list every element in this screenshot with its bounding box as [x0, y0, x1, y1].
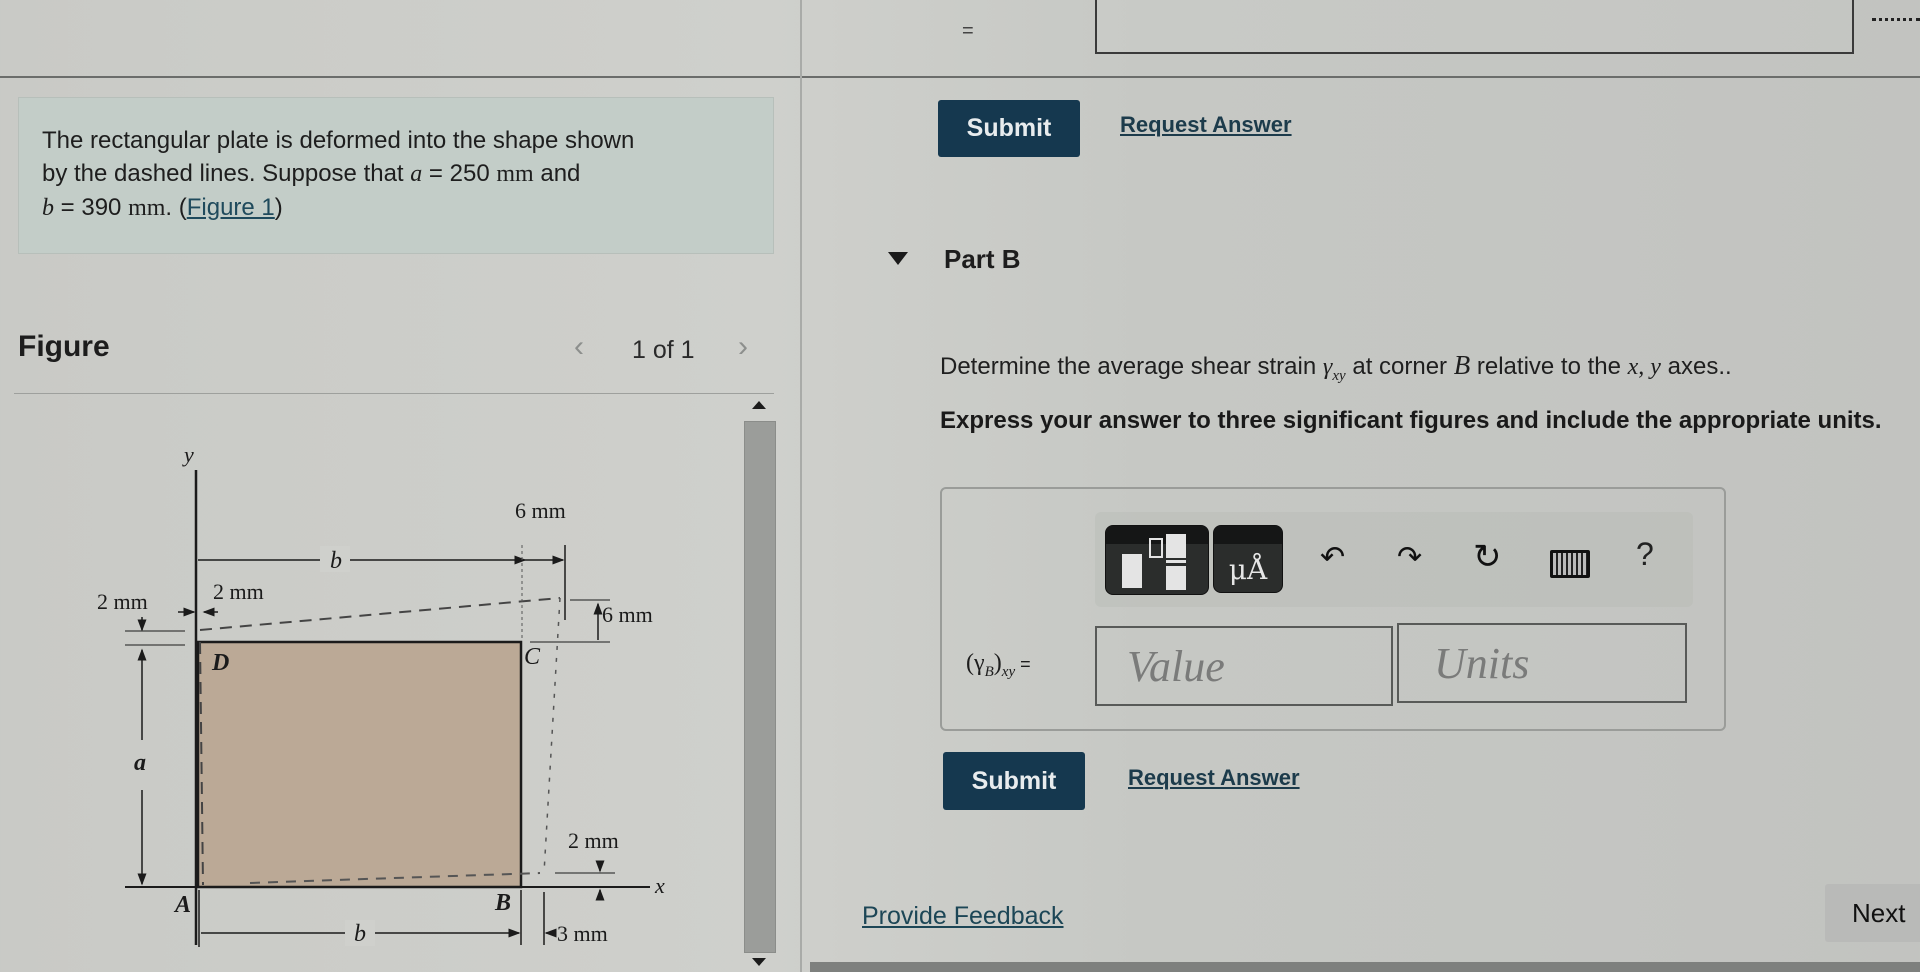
figure-pager: 1 of 1: [632, 336, 695, 364]
dim-6mm-right-label: 6 mm: [602, 602, 653, 627]
dim-3mm-bottom-right-label: 3 mm: [557, 921, 608, 946]
dim-2mm-bottom-right-label: 2 mm: [568, 828, 619, 853]
submit-button[interactable]: Submit: [943, 752, 1085, 810]
panel-divider: [800, 0, 802, 972]
var-a: a: [410, 161, 423, 187]
x-axis-label: x: [654, 873, 665, 898]
corner-symbol: B: [1453, 350, 1471, 380]
answer-label-sub-b: B: [984, 663, 994, 680]
var-b: b: [42, 195, 54, 221]
previous-equals-sign: =: [962, 20, 974, 42]
dim-b-top-label: b: [330, 548, 342, 574]
previous-answer-mark: [1872, 8, 1920, 21]
help-icon[interactable]: ?: [1636, 536, 1654, 573]
chevron-left-icon[interactable]: ‹: [574, 330, 584, 364]
caret-down-icon[interactable]: [888, 252, 908, 265]
redo-icon[interactable]: ↷: [1397, 540, 1422, 575]
scroll-down-arrow-icon[interactable]: [752, 958, 766, 966]
bottom-bar: [810, 962, 1920, 972]
gamma-subscript: xy: [1332, 367, 1346, 384]
units-label: μÅ: [1228, 553, 1268, 586]
intro-period: . (: [165, 194, 187, 221]
plate-rectangle: [196, 640, 523, 889]
intro-line1: The rectangular plate is deformed into t…: [42, 127, 635, 154]
previous-answer-input[interactable]: [1095, 0, 1854, 54]
answer-label: (γB)xy =: [966, 650, 1031, 681]
part-b-title[interactable]: Part B: [944, 244, 1021, 275]
dim-2mm-left-vertical-label: 2 mm: [97, 589, 148, 614]
figure-link[interactable]: Figure 1: [187, 194, 275, 221]
figure-title: Figure: [18, 330, 110, 363]
a-unit: mm: [496, 161, 534, 187]
b-unit: mm: [128, 195, 166, 221]
keyboard-icon[interactable]: [1550, 550, 1590, 578]
value-input[interactable]: [1095, 626, 1393, 706]
y-axis-label: y: [182, 442, 194, 467]
dim-a-label: a: [134, 750, 146, 776]
intro-line2-pre: by the dashed lines. Suppose that: [42, 160, 411, 187]
problem-intro-text: The rectangular plate is deformed into t…: [42, 124, 742, 225]
question-post: relative to the: [1470, 353, 1628, 380]
provide-feedback-link[interactable]: Provide Feedback: [862, 902, 1064, 931]
intro-close-paren: ): [274, 194, 283, 221]
figure-diagram: y x b 6 mm 6 mm 2 mm 2 mm a A B C D b 2 …: [97, 442, 665, 947]
question-pre: Determine the average shear strain: [940, 353, 1323, 380]
undo-icon[interactable]: ↶: [1320, 540, 1345, 575]
corner-c-label: C: [524, 644, 541, 670]
corner-d-label: D: [211, 650, 229, 676]
chevron-right-icon[interactable]: ›: [738, 330, 748, 364]
scroll-up-arrow-icon[interactable]: [752, 401, 766, 409]
request-answer-link-part-a[interactable]: Request Answer: [1120, 112, 1292, 138]
question-end: axes..: [1660, 353, 1732, 380]
figure-scrollbar-thumb[interactable]: [744, 421, 776, 953]
answer-label-equals: =: [1015, 654, 1031, 674]
gamma-symbol: γ: [1322, 354, 1333, 380]
a-value: = 250: [422, 160, 497, 187]
units-button[interactable]: μÅ: [1213, 525, 1283, 593]
answer-label-paren: ): [993, 650, 1002, 676]
corner-a-label: A: [173, 892, 191, 918]
corner-b-label: B: [494, 890, 511, 916]
intro-line2-post: and: [533, 160, 581, 187]
b-value: = 390: [54, 194, 129, 221]
answer-label-sub-xy: xy: [1001, 663, 1016, 680]
figure-divider: [14, 393, 774, 394]
reset-icon[interactable]: ↻: [1473, 537, 1502, 577]
next-button[interactable]: Next: [1825, 884, 1920, 942]
dim-b-bottom-label: b: [354, 921, 366, 947]
question-mid: at corner: [1345, 353, 1454, 380]
instruction-text: Express your answer to three significant…: [940, 407, 1882, 434]
axes-symbols: x, y: [1627, 354, 1661, 380]
question-text: Determine the average shear strain γxy a…: [940, 350, 1732, 385]
answer-label-gamma: (γ: [966, 650, 985, 676]
units-input[interactable]: [1397, 623, 1687, 703]
dim-6mm-top-label: 6 mm: [515, 498, 566, 523]
deformed-edge-right: [543, 597, 561, 874]
request-answer-link[interactable]: Request Answer: [1128, 765, 1300, 791]
dim-2mm-left-horizontal-label: 2 mm: [213, 579, 264, 604]
fraction-template-icon[interactable]: [1105, 525, 1209, 595]
submit-button-part-a[interactable]: Submit: [938, 100, 1080, 157]
